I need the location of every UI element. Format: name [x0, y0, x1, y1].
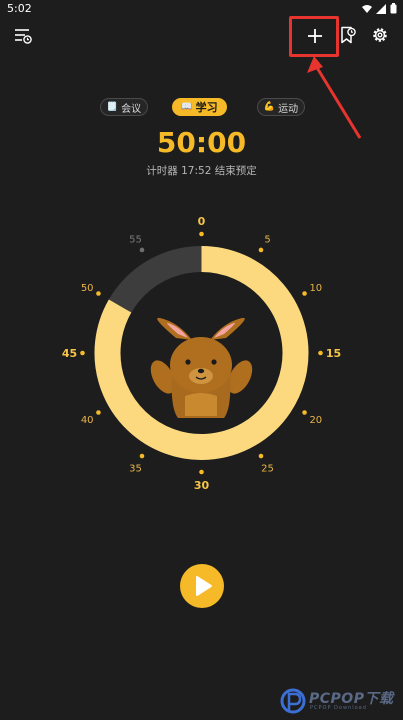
dial-tick-label: 55 [129, 235, 142, 246]
dial-tick-dot [139, 453, 145, 459]
dial-tick-dot [80, 350, 85, 356]
dial-tick-dot [258, 247, 264, 253]
dial-tick-label: 40 [81, 415, 94, 426]
dial-tick-dot [258, 453, 264, 459]
dial-tick-label: 15 [326, 347, 341, 360]
watermark-sub: PCPOP Download [310, 705, 367, 711]
play-button[interactable] [180, 564, 224, 608]
play-icon [196, 576, 212, 596]
dial-tick-label: 30 [194, 479, 210, 492]
dial-tick-label: 35 [129, 463, 142, 474]
dial-tick-dot [199, 231, 204, 237]
dial-tick-label: 45 [62, 347, 77, 360]
dial-tick-label: 25 [261, 463, 274, 474]
dial-tick-dot [199, 469, 204, 475]
timer-dial[interactable]: 0 5 10 15 20 25 30 35 40 45 50 55 [0, 0, 403, 720]
dial-tick-dot [318, 350, 323, 356]
dial-tick-label: 50 [81, 283, 94, 294]
dial-tick-label: 0 [198, 215, 206, 228]
dial-tick-dot [96, 410, 101, 415]
dial-tick-label: 20 [309, 415, 322, 426]
dial-tick-label: 10 [309, 283, 322, 294]
dial-tick-dot [302, 291, 307, 296]
dial-tick-dot [96, 291, 101, 296]
dial-tick-dot [302, 410, 307, 415]
kangaroo-mascot [150, 317, 253, 418]
dial-tick-dot [139, 247, 145, 253]
dial-tick-label: 5 [264, 235, 270, 246]
